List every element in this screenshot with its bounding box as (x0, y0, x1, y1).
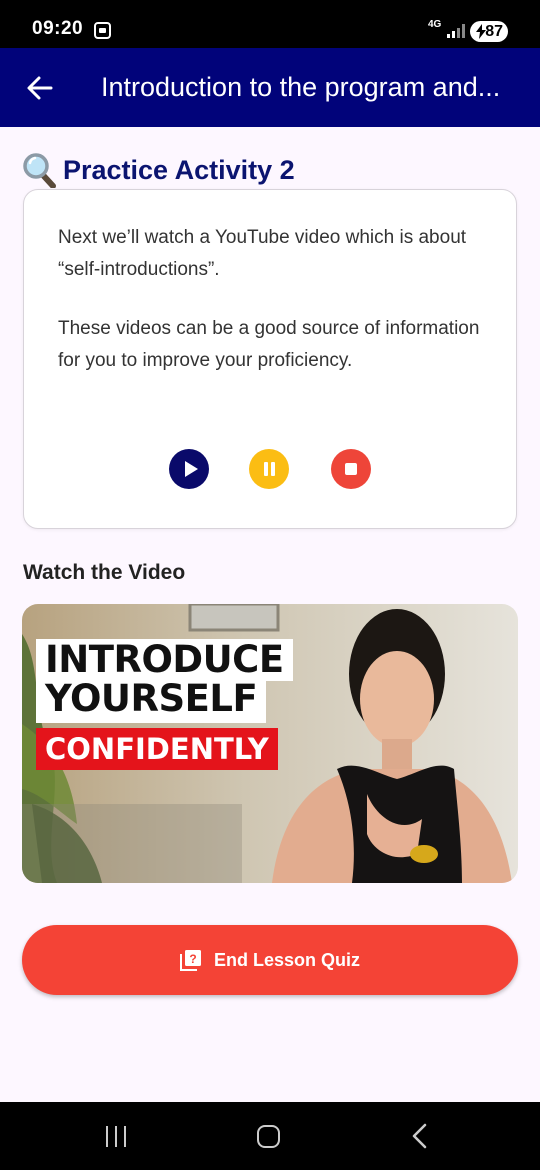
quiz-button-label: End Lesson Quiz (213, 949, 360, 970)
stop-button[interactable] (331, 449, 371, 489)
video-thumbnail[interactable]: INTRODUCE YOURSELF CONFIDENTLY (22, 604, 518, 883)
network-type: 4G (428, 19, 442, 30)
magnifier-icon (23, 153, 56, 188)
video-heading: Watch the Video (23, 561, 186, 584)
battery-indicator: 87 (470, 21, 508, 42)
activity-card: Next we’ll watch a YouTube video which i… (23, 189, 517, 529)
home-icon[interactable] (257, 1125, 280, 1148)
system-nav-bar (0, 1102, 540, 1170)
status-time: 09:20 (32, 18, 84, 39)
status-bar: 09:20 4G 87 (0, 0, 540, 48)
page-title: Introduction to the program and... (101, 72, 501, 102)
pause-button[interactable] (249, 449, 289, 489)
thumbnail-text: INTRODUCE (36, 639, 293, 681)
thumbnail-text: YOURSELF (36, 678, 267, 723)
activity-heading: Practice Activity 2 (22, 150, 295, 190)
audio-controls (169, 449, 379, 491)
play-button[interactable] (169, 449, 209, 489)
battery-charging-icon (476, 24, 486, 39)
thumbnail-text: CONFIDENTLY (36, 728, 278, 770)
activity-title: Practice Activity 2 (63, 154, 295, 185)
signal-icon (447, 24, 465, 38)
screenshot-icon (94, 22, 111, 39)
back-icon[interactable] (408, 1123, 432, 1149)
recent-apps-icon[interactable] (106, 1126, 128, 1147)
activity-paragraph: These videos can be a good source of inf… (58, 318, 480, 371)
svg-text:?: ? (189, 952, 196, 966)
quiz-icon: ? (179, 950, 201, 971)
end-lesson-quiz-button[interactable]: ? End Lesson Quiz (22, 925, 518, 995)
activity-paragraph: Next we’ll watch a YouTube video which i… (58, 227, 467, 280)
arrow-left-icon[interactable] (24, 72, 56, 104)
app-bar: Introduction to the program and... (0, 48, 540, 127)
activity-text: Next we’ll watch a YouTube video which i… (58, 222, 488, 377)
